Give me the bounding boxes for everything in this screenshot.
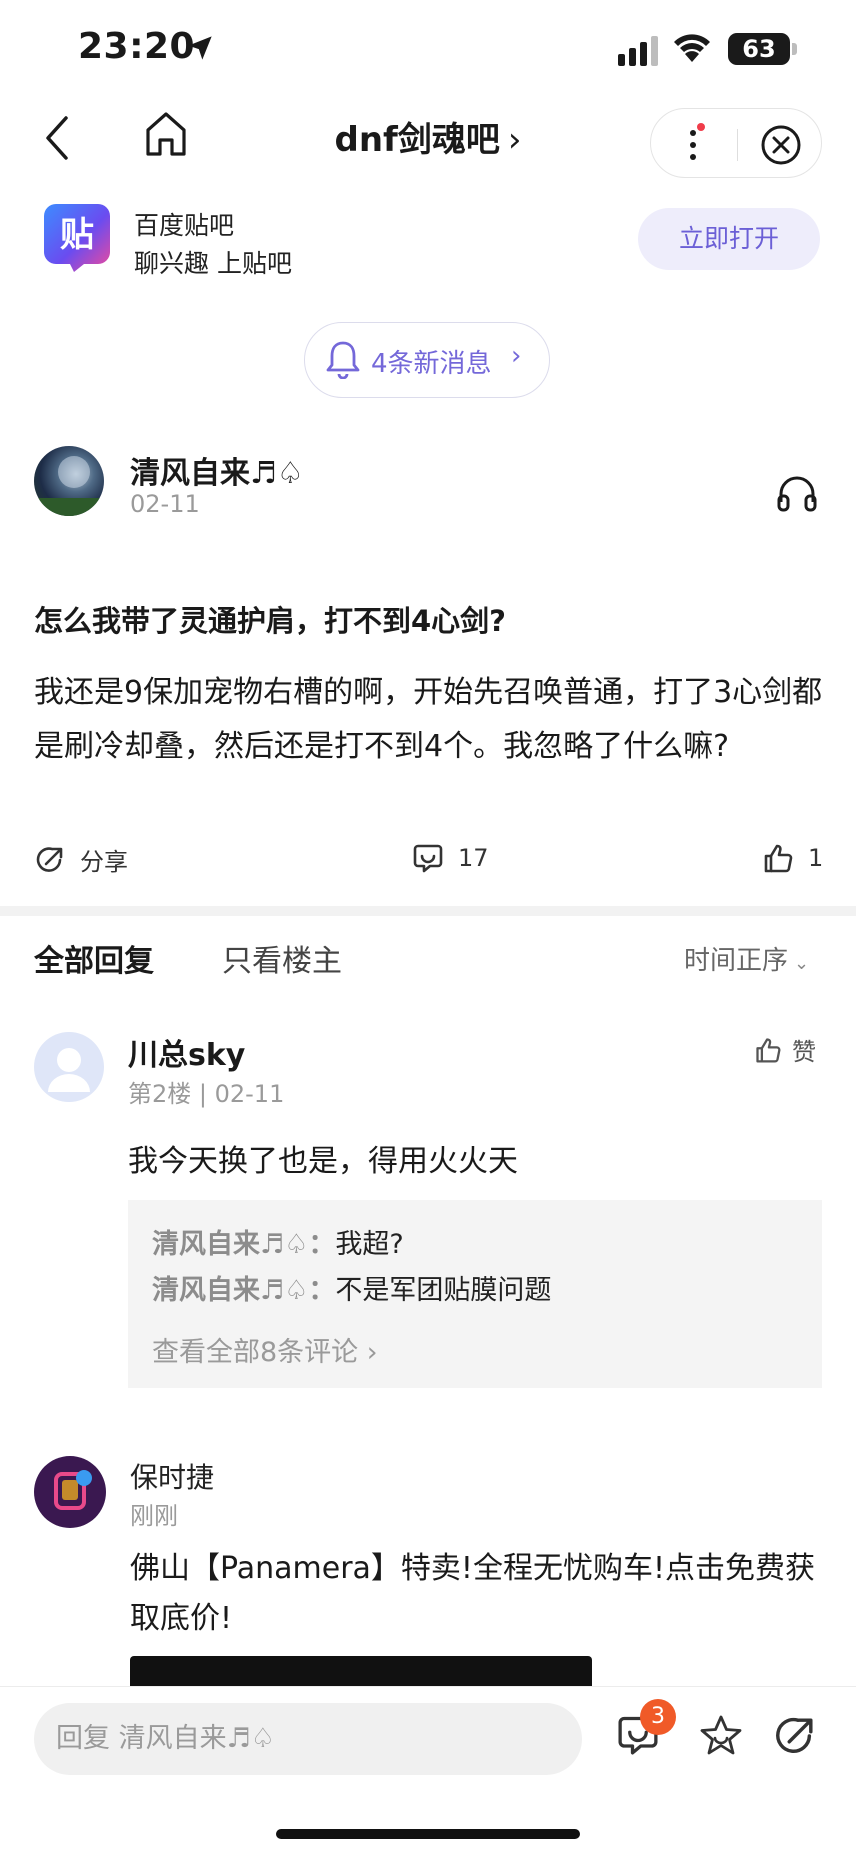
comment-icon	[413, 844, 443, 873]
app-promo-banner: 贴 百度贴吧 聊兴趣 上贴吧 立即打开	[0, 200, 856, 290]
reply-text: 我今天换了也是，得用火火天	[128, 1144, 518, 1179]
sub-comment: 清风自来♬♤：我超?	[152, 1222, 404, 1261]
status-bar: 23:20 63	[0, 0, 856, 100]
reply-tabs: 全部回复 只看楼主 时间正序 ⌄	[0, 936, 856, 986]
headphones-icon[interactable]	[776, 472, 818, 512]
sub-comment-text: 我超?	[335, 1229, 404, 1260]
home-indicator	[276, 1829, 580, 1839]
bottom-reply-bar: 回复 清风自来♬♤ 3	[0, 1686, 856, 1852]
view-all-comments-link[interactable]: 查看全部8条评论 ›	[152, 1330, 378, 1369]
sort-label: 时间正序	[684, 946, 789, 976]
post-actions: 分享 17 1	[0, 842, 856, 886]
wifi-icon	[674, 34, 710, 62]
porsche-logo-avatar	[54, 1470, 92, 1510]
status-time: 23:20	[78, 26, 196, 67]
sub-comments-box[interactable]: 清风自来♬♤：我超? 清风自来♬♤：不是军团贴膜问题 查看全部8条评论 ›	[128, 1200, 822, 1388]
sub-comment-author: 清风自来♬♤：	[152, 1229, 336, 1260]
tieba-logo: 贴	[44, 204, 110, 272]
reply-like-label: 赞	[792, 1038, 816, 1066]
ad-text[interactable]: 佛山【Panamera】特卖!全程无忧购车!点击免费获取底价!	[130, 1544, 830, 1644]
reply-like-button[interactable]: 赞	[754, 1032, 816, 1067]
avatar[interactable]	[34, 446, 104, 516]
forum-title-text: dnf剑魂吧	[334, 120, 500, 160]
avatar[interactable]	[34, 1032, 104, 1102]
ad-time: 刚刚	[130, 1502, 178, 1530]
new-messages-button[interactable]: 4条新消息 ›	[304, 322, 550, 398]
section-divider	[0, 906, 856, 916]
mini-program-capsule	[650, 108, 822, 178]
cellular-signal-icon	[618, 36, 658, 66]
comment-button[interactable]: 17	[412, 842, 489, 874]
tab-op-only[interactable]: 只看楼主	[222, 936, 342, 980]
capsule-divider	[737, 129, 738, 161]
battery-indicator: 63	[728, 33, 790, 65]
default-avatar-icon	[48, 1048, 90, 1092]
location-arrow-icon	[188, 36, 212, 60]
comment-count-badge: 3	[640, 1699, 676, 1735]
more-icon[interactable]	[685, 123, 705, 167]
logo-char: 贴	[60, 215, 94, 255]
chevron-down-icon: ⌄	[794, 953, 810, 974]
thumbs-up-icon	[756, 1037, 781, 1063]
sub-comment-author: 清风自来♬♤：	[152, 1275, 336, 1306]
battery-cap	[792, 43, 797, 55]
close-circle-icon[interactable]	[759, 123, 803, 167]
app-slogan: 聊兴趣 上贴吧	[134, 249, 292, 278]
avatar[interactable]	[34, 1456, 106, 1528]
author-name[interactable]: 清风自来♬♤	[130, 448, 304, 492]
open-app-button[interactable]: 立即打开	[638, 208, 820, 270]
reply-input[interactable]: 回复 清风自来♬♤	[34, 1703, 582, 1775]
star-icon[interactable]	[698, 1713, 744, 1759]
ad-author-name[interactable]: 保时捷	[130, 1456, 214, 1496]
reply-floor-meta: 第2楼 | 02-11	[128, 1080, 285, 1108]
nav-bar: dnf剑魂吧 ›	[0, 100, 856, 200]
sub-comment: 清风自来♬♤：不是军团贴膜问题	[152, 1268, 551, 1307]
comment-count: 17	[458, 844, 489, 872]
share-label: 分享	[80, 848, 128, 876]
share-button[interactable]: 分享	[34, 842, 128, 877]
post-date: 02-11	[130, 490, 200, 518]
like-button[interactable]: 1	[762, 842, 823, 874]
chevron-right-icon: ›	[511, 341, 522, 371]
sort-order-button[interactable]: 时间正序 ⌄	[684, 940, 809, 977]
post-title: 怎么我带了灵通护肩，打不到4心剑?	[34, 604, 507, 638]
bell-icon	[326, 341, 360, 379]
thumbs-up-icon	[764, 844, 793, 873]
avatar-image	[34, 456, 104, 516]
new-messages-label: 4条新消息	[371, 349, 492, 379]
post-author: 清风自来♬♤ 02-11	[0, 446, 856, 526]
like-count: 1	[808, 844, 824, 872]
share-icon	[36, 846, 63, 872]
chevron-right-icon: ›	[507, 120, 522, 160]
reply-author-name[interactable]: 川总sky	[128, 1030, 245, 1074]
app-name: 百度贴吧	[134, 211, 235, 240]
post-body: 我还是9保加宠物右槽的啊，开始先召唤普通，打了3心剑都是刷冷却叠，然后还是打不到…	[34, 675, 823, 764]
share-icon[interactable]	[772, 1713, 818, 1759]
tab-all-replies[interactable]: 全部回复	[34, 936, 154, 980]
sub-comment-text: 不是军团贴膜问题	[335, 1275, 552, 1306]
